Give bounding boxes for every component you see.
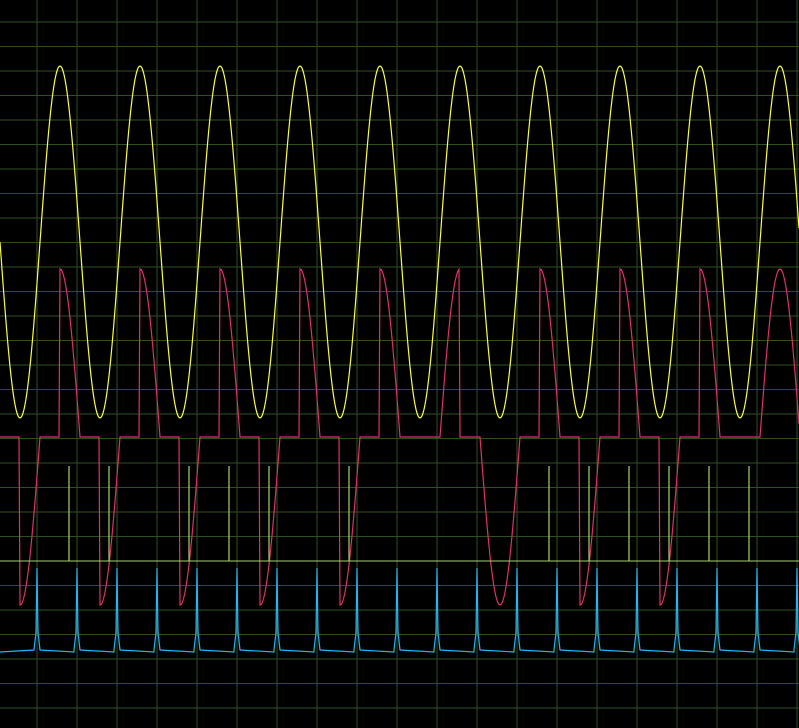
- oscilloscope-display: [0, 0, 799, 728]
- scope-background: [0, 0, 799, 728]
